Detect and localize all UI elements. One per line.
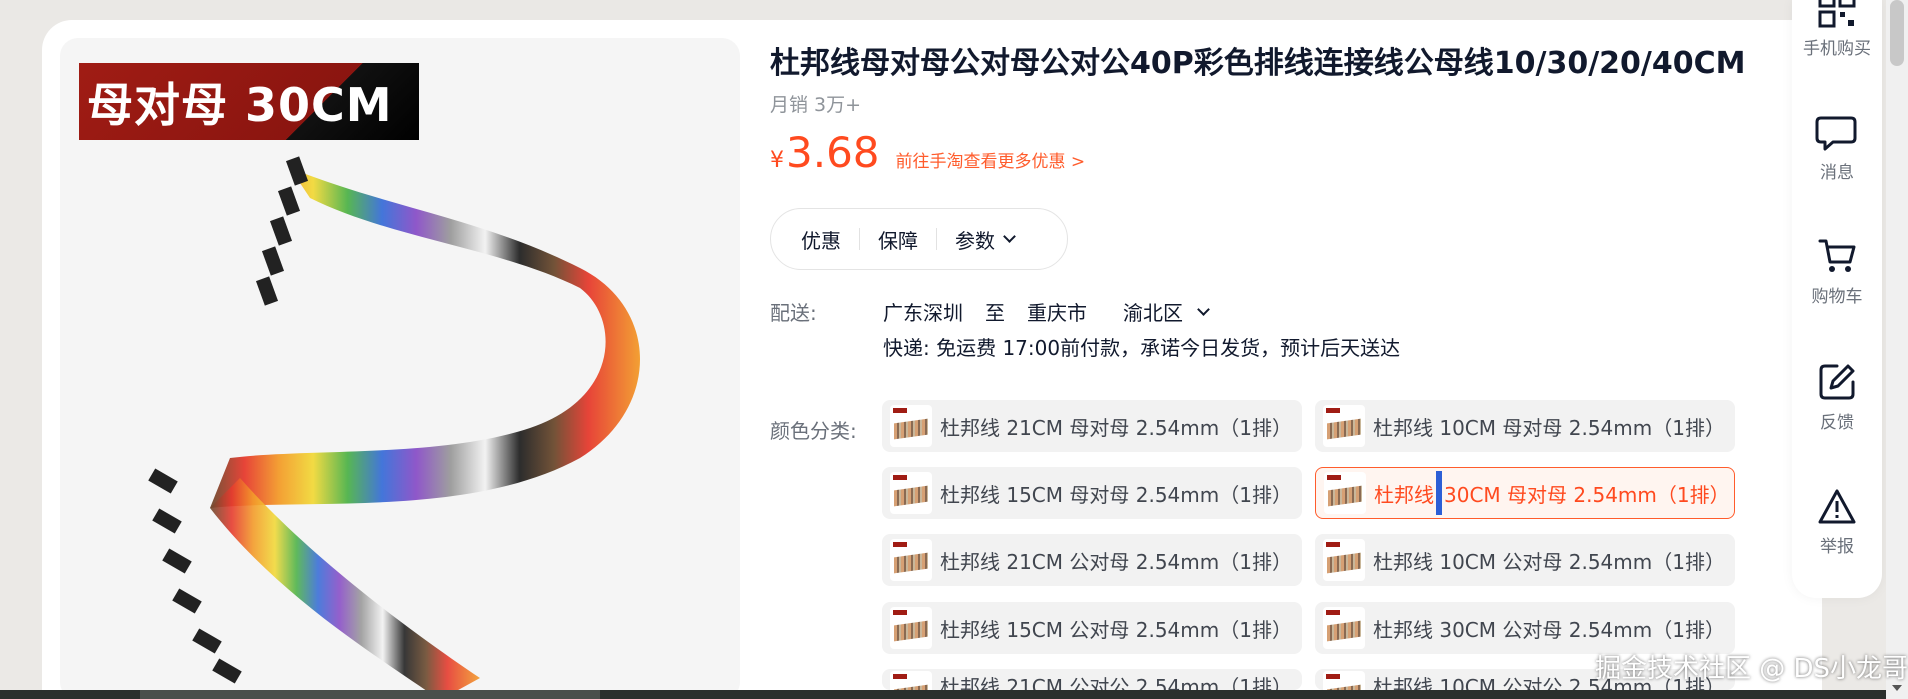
info-tabs: 优惠 保障 参数 bbox=[770, 208, 1068, 270]
rail-item-mobile-buy[interactable]: 手机购买 bbox=[1792, 0, 1882, 59]
variant-option-label: 杜邦线 10CM 母对母 2.54mm（1排） bbox=[1373, 415, 1725, 440]
variant-thumbnail bbox=[1324, 472, 1366, 514]
variant-option-label: 杜邦线 21CM 公对公 2.54mm（1排） bbox=[940, 675, 1292, 690]
rail-item-cart[interactable]: 购物车 bbox=[1792, 236, 1882, 307]
rail-label: 消息 bbox=[1820, 163, 1854, 183]
rail-label: 购物车 bbox=[1811, 287, 1863, 307]
rail-label: 手机购买 bbox=[1803, 39, 1871, 59]
rail-item-messages[interactable]: 消息 bbox=[1792, 112, 1882, 183]
variant-label: 颜色分类: bbox=[770, 419, 857, 443]
variant-option-label-post: 30CM 母对母 2.54mm（1排） bbox=[1444, 482, 1730, 507]
variant-thumbnail bbox=[1323, 539, 1365, 581]
variant-option-label: 杜邦线 10CM 公对母 2.54mm（1排） bbox=[1373, 549, 1725, 574]
ship-from: 广东深圳 bbox=[883, 301, 963, 325]
variant-thumbnail bbox=[1323, 405, 1365, 447]
message-icon bbox=[1815, 116, 1857, 151]
rail-label: 举报 bbox=[1820, 537, 1854, 557]
variant-option[interactable]: 杜邦线 10CM 母对母 2.54mm（1排） bbox=[1315, 400, 1735, 452]
variant-option-label: 杜邦线 15CM 母对母 2.54mm（1排） bbox=[940, 482, 1292, 507]
tab-discount[interactable]: 优惠 bbox=[801, 225, 841, 254]
ship-to-word: 至 bbox=[985, 301, 1005, 325]
feedback-icon bbox=[1819, 364, 1855, 400]
variant-thumbnail bbox=[890, 472, 932, 514]
report-icon bbox=[1818, 489, 1856, 524]
variant-option-label: 杜邦线 30CM 公对母 2.54mm（1排） bbox=[1373, 617, 1725, 642]
chevron-down-icon[interactable] bbox=[1197, 302, 1210, 316]
variant-thumbnail bbox=[1323, 671, 1365, 690]
variant-option[interactable]: 杜邦线 10CM 公对母 2.54mm（1排） bbox=[1315, 534, 1735, 586]
variant-option[interactable]: 杜邦线 30CM 公对母 2.54mm（1排） bbox=[1315, 602, 1735, 654]
variant-option[interactable]: 杜邦线 21CM 母对母 2.54mm（1排） bbox=[882, 400, 1302, 452]
page-scrollbar[interactable] bbox=[1886, 0, 1908, 699]
variant-thumbnail bbox=[890, 671, 932, 690]
tab-guarantee[interactable]: 保障 bbox=[878, 225, 918, 254]
tab-params-label: 参数 bbox=[955, 228, 995, 253]
variant-option-label: 杜邦线 15CM 公对母 2.54mm（1排） bbox=[940, 617, 1292, 642]
currency-symbol: ¥ bbox=[770, 148, 784, 173]
ribbon-cable-illustration bbox=[148, 156, 640, 699]
variant-thumbnail bbox=[890, 607, 932, 649]
variant-thumbnail bbox=[1323, 607, 1365, 649]
tab-divider bbox=[859, 228, 860, 250]
variant-option[interactable]: 杜邦线 21CM 公对母 2.54mm（1排） bbox=[882, 534, 1302, 586]
product-title: 杜邦线母对母公对母公对公40P彩色排线连接线公母线10/30/20/40CM bbox=[770, 46, 1746, 81]
rail-item-feedback[interactable]: 反馈 bbox=[1792, 362, 1882, 433]
chevron-down-icon bbox=[1003, 230, 1016, 243]
variant-option-label: 杜邦线 21CM 公对母 2.54mm（1排） bbox=[940, 549, 1292, 574]
cart-icon bbox=[1818, 239, 1856, 272]
variant-thumbnail bbox=[890, 539, 932, 581]
shipping-route: 广东深圳 至 重庆市 渝北区 bbox=[883, 297, 1230, 326]
tab-params[interactable]: 参数 bbox=[955, 225, 1016, 254]
variant-option-selected[interactable]: 杜邦线 30CM 母对母 2.54mm（1排） bbox=[1315, 467, 1735, 519]
price-row: ¥ 3.68 前往手淘查看更多优惠 > bbox=[770, 128, 1085, 177]
bottom-bar-segment bbox=[140, 690, 600, 699]
more-discounts-link[interactable]: 前往手淘查看更多优惠 > bbox=[896, 147, 1086, 172]
ship-city: 重庆市 bbox=[1027, 301, 1087, 325]
variant-option[interactable]: 杜邦线 15CM 母对母 2.54mm（1排） bbox=[882, 467, 1302, 519]
watermark-text: 掘金技术社区 @ DS小龙哥 bbox=[1595, 654, 1908, 684]
shipping-label: 配送: bbox=[770, 301, 817, 325]
variant-thumbnail bbox=[890, 405, 932, 447]
text-cursor bbox=[1436, 471, 1442, 515]
variant-option-label-pre: 杜邦线 bbox=[1374, 482, 1434, 507]
tab-divider bbox=[936, 228, 937, 250]
right-sidebar: 手机购买 消息 购物车 反馈 举报 bbox=[1792, 0, 1882, 598]
variant-option[interactable]: 杜邦线 21CM 公对公 2.54mm（1排） bbox=[882, 669, 1302, 690]
variant-option[interactable]: 杜邦线 15CM 公对母 2.54mm（1排） bbox=[882, 602, 1302, 654]
rail-item-report[interactable]: 举报 bbox=[1792, 488, 1882, 557]
variant-option-label: 杜邦线 21CM 母对母 2.54mm（1排） bbox=[940, 415, 1292, 440]
scrollbar-thumb[interactable] bbox=[1890, 0, 1904, 66]
monthly-sales: 月销 3万+ bbox=[770, 94, 862, 116]
rail-label: 反馈 bbox=[1820, 413, 1854, 433]
scroll-down-arrow-icon[interactable] bbox=[1892, 685, 1902, 691]
ship-district-selector[interactable]: 渝北区 bbox=[1123, 297, 1183, 326]
top-strip bbox=[0, 0, 1908, 20]
qr-code-icon bbox=[1818, 0, 1856, 28]
price: 3.68 bbox=[786, 128, 880, 177]
shipping-detail: 快递: 免运费 17:00前付款，承诺今日发货，预计后天送达 bbox=[883, 336, 1401, 360]
product-image[interactable]: 母对母 30CM bbox=[60, 38, 740, 699]
bottom-bar bbox=[0, 690, 1886, 699]
